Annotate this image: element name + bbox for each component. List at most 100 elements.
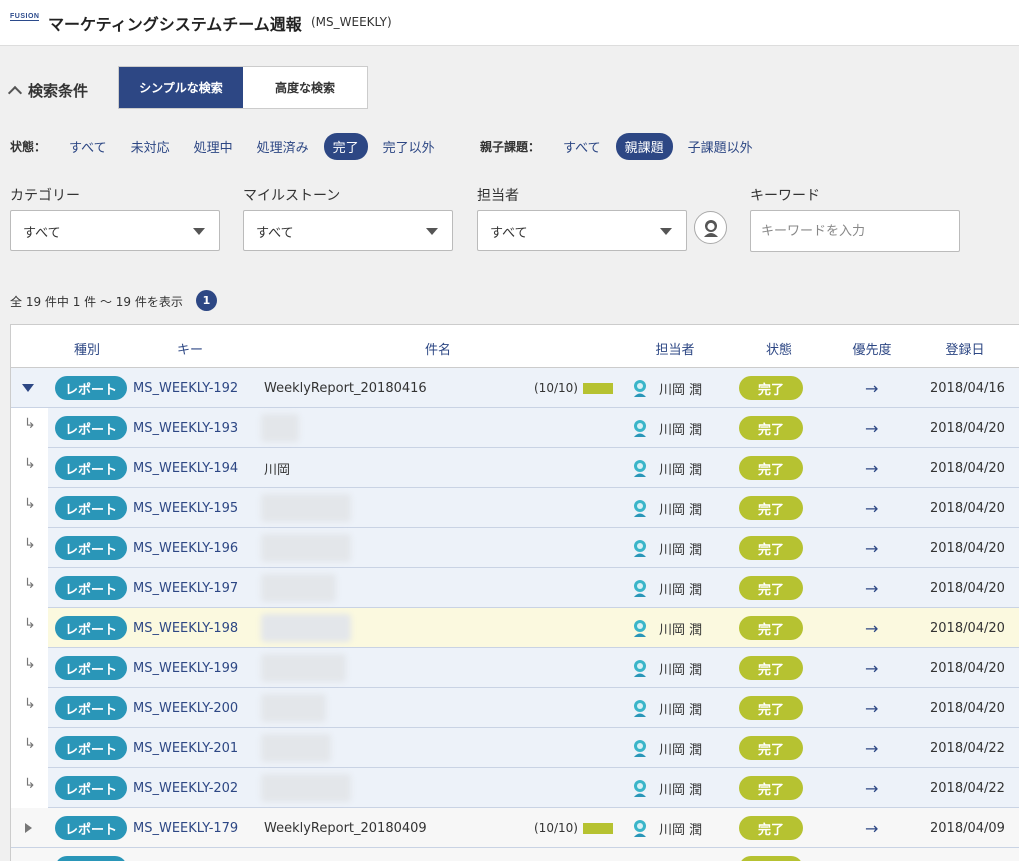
status-badge: 完了 xyxy=(739,576,803,600)
search-conditions-toggle[interactable]: 検索条件 xyxy=(7,80,88,101)
status-chip-resolved[interactable]: 処理済み xyxy=(248,133,318,160)
status-chip-all[interactable]: すべて xyxy=(60,133,116,160)
status-chip-in-progress[interactable]: 処理中 xyxy=(185,133,242,160)
progress-text: (10/10) xyxy=(534,821,578,835)
table-row[interactable]: ↳ レポート MS_WEEKLY-199 川岡 潤 完了 → 2018/04/20 xyxy=(24,648,1019,688)
column-header-type[interactable]: 種別 xyxy=(74,339,100,358)
parent-child-filter: 親子課題： すべて 親課題 子課題以外 xyxy=(480,132,768,160)
fusion-logo[interactable]: FUSION xyxy=(10,13,40,21)
status-filter-label: 状態： xyxy=(10,139,47,154)
issue-key-link[interactable]: MS_WEEKLY-200 xyxy=(133,688,238,728)
assignee: 川岡 潤 xyxy=(631,768,702,808)
table-row[interactable]: ↳ レポート MS_WEEKLY-197 川岡 潤 完了 → 2018/04/20 xyxy=(24,568,1019,608)
status-chip-closed[interactable]: 完了 xyxy=(323,132,368,160)
assignee-name: 川岡 潤 xyxy=(659,822,703,838)
redacted-summary xyxy=(261,774,351,802)
issue-key-link[interactable]: MS_WEEKLY-196 xyxy=(133,528,238,568)
column-header-status[interactable]: 状態 xyxy=(766,339,792,358)
issue-summary[interactable]: 川岡 xyxy=(264,448,290,488)
parent-chip-all[interactable]: すべて xyxy=(554,133,610,160)
issue-type-badge: レポート xyxy=(55,776,128,800)
parent-chip-not-child[interactable]: 子課題以外 xyxy=(679,133,762,160)
table-row[interactable]: ↳ レポート MS_WEEKLY-196 川岡 潤 完了 → 2018/04/20 xyxy=(24,528,1019,568)
issue-key-link[interactable]: MS_WEEKLY-198 xyxy=(133,608,238,648)
priority-arrow-icon: → xyxy=(865,618,879,638)
table-row[interactable]: ↳ レポート MS_WEEKLY-201 川岡 潤 完了 → 2018/04/22 xyxy=(24,728,1019,768)
column-header-key[interactable]: キー xyxy=(177,339,203,358)
issue-key-link[interactable]: MS_WEEKLY-193 xyxy=(133,408,238,448)
subtask-arrow-icon: ↳ xyxy=(24,776,36,792)
assign-to-me-button[interactable] xyxy=(694,211,727,244)
issue-summary[interactable]: WeeklyReport_20180416 xyxy=(264,368,427,408)
expand-toggle[interactable] xyxy=(21,848,35,861)
issue-summary[interactable]: WeeklyReport_20180409 xyxy=(264,808,427,848)
table-row[interactable]: ↳ レポート MS_WEEKLY-193 川岡 潤 完了 → 2018/04/20 xyxy=(24,408,1019,448)
created-date: 2018/04/20 xyxy=(930,420,1005,436)
redacted-summary xyxy=(261,414,299,442)
assignee-name: 川岡 潤 xyxy=(659,782,703,798)
status-chip-not-closed[interactable]: 完了以外 xyxy=(374,133,444,160)
subtask-progress: (10/10) xyxy=(534,368,613,408)
issue-key-link[interactable]: MS_WEEKLY-197 xyxy=(133,568,238,608)
assignee: 川岡 潤 xyxy=(631,728,702,768)
avatar-icon xyxy=(634,780,646,797)
priority-arrow-icon: → xyxy=(865,818,879,838)
issue-key-link[interactable]: MS_WEEKLY-179 xyxy=(133,808,238,848)
table-row[interactable]: レポート MS_WEEKLY-192 WeeklyReport_20180416 (1… xyxy=(11,368,1019,408)
table-row[interactable]: ↳ レポート MS_WEEKLY-198 川岡 潤 完了 → 2018/04/20 xyxy=(24,608,1019,648)
subtask-arrow-icon: ↳ xyxy=(24,656,36,672)
status-badge: 完了 xyxy=(739,856,803,861)
category-label: カテゴリー xyxy=(10,188,80,204)
priority-arrow-icon: → xyxy=(865,738,879,758)
avatar-icon xyxy=(634,540,646,557)
table-row[interactable]: ↳ レポート MS_WEEKLY-200 川岡 潤 完了 → 2018/04/20 xyxy=(24,688,1019,728)
avatar-icon xyxy=(634,620,646,637)
issue-key-link[interactable]: MS_WEEKLY-192 xyxy=(133,368,238,408)
status-badge: 完了 xyxy=(739,456,803,480)
column-header-assignee[interactable]: 担当者 xyxy=(655,339,694,358)
subtask-arrow-icon: ↳ xyxy=(24,736,36,752)
keyword-input[interactable] xyxy=(750,210,960,252)
assignee-select[interactable]: すべて xyxy=(477,210,687,251)
issue-type-badge: レポート xyxy=(55,856,128,861)
expand-toggle[interactable] xyxy=(21,808,35,848)
redacted-summary xyxy=(261,694,326,722)
status-chip-open[interactable]: 未対応 xyxy=(122,133,179,160)
redacted-summary xyxy=(261,654,346,682)
tab-simple-search[interactable]: シンプルな検索 xyxy=(119,67,243,108)
avatar-icon xyxy=(634,580,646,597)
dropdown-arrow-icon xyxy=(660,228,672,235)
page-number-button[interactable]: 1 xyxy=(196,290,217,311)
priority-arrow-icon: → xyxy=(865,538,879,558)
table-row[interactable]: レポート MS_WEEKLY-179 WeeklyReport_20180409 (1… xyxy=(11,808,1019,848)
created-date: 2018/04/20 xyxy=(930,580,1005,596)
assignee: 川岡 潤 xyxy=(631,408,702,448)
issue-key-link[interactable]: MS_WEEKLY-201 xyxy=(133,728,238,768)
table-row[interactable]: ↳ レポート MS_WEEKLY-194 川岡 川岡 潤 完了 → 2018/04/20 xyxy=(24,448,1019,488)
column-header-priority[interactable]: 優先度 xyxy=(852,339,891,358)
issue-key-link[interactable]: MS_WEEKLY-194 xyxy=(133,448,238,488)
category-select[interactable]: すべて xyxy=(10,210,220,251)
caret-down-icon xyxy=(22,384,34,392)
issue-key-link[interactable]: MS_WEEKLY-195 xyxy=(133,488,238,528)
table-row[interactable]: レポート 完了 xyxy=(11,848,1019,861)
subtask-arrow-icon: ↳ xyxy=(24,536,36,552)
status-badge: 完了 xyxy=(739,776,803,800)
milestone-select[interactable]: すべて xyxy=(243,210,453,251)
column-header-created[interactable]: 登録日 xyxy=(945,339,984,358)
issue-key-link[interactable]: MS_WEEKLY-199 xyxy=(133,648,238,688)
result-count: 全 19 件中 1 件 ～ 19 件を表示 xyxy=(10,295,183,309)
issue-type-badge: レポート xyxy=(55,736,128,760)
table-row[interactable]: ↳ レポート MS_WEEKLY-195 川岡 潤 完了 → 2018/04/20 xyxy=(24,488,1019,528)
priority-arrow-icon: → xyxy=(865,578,879,598)
issue-type-badge: レポート xyxy=(55,696,128,720)
parent-chip-parent[interactable]: 親課題 xyxy=(615,132,673,160)
assignee-name: 川岡 潤 xyxy=(659,622,703,638)
assignee: 川岡 潤 xyxy=(631,448,702,488)
avatar-icon xyxy=(634,740,646,757)
collapse-toggle[interactable] xyxy=(21,368,35,408)
table-row[interactable]: ↳ レポート MS_WEEKLY-202 川岡 潤 完了 → 2018/04/22 xyxy=(24,768,1019,808)
column-header-summary[interactable]: 件名 xyxy=(425,339,451,358)
issue-key-link[interactable]: MS_WEEKLY-202 xyxy=(133,768,238,808)
tab-advanced-search[interactable]: 高度な検索 xyxy=(243,67,367,108)
